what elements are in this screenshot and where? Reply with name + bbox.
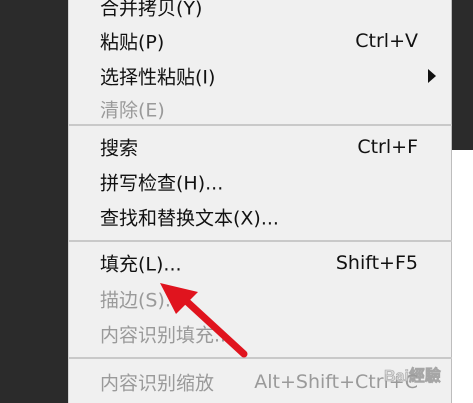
menu-item-label: 填充(L)... (100, 253, 182, 276)
menu-separator (69, 240, 452, 242)
menu-item-find-replace[interactable]: 查找和替换文本(X)... (69, 200, 452, 234)
menu-item-shortcut: Ctrl+V (355, 30, 418, 52)
menu-separator (69, 124, 452, 126)
menu-item-label: 合并拷贝(Y) (100, 0, 203, 20)
menu-item-fill[interactable]: 填充(L)... Shift+F5 (69, 246, 452, 280)
screenshot-canvas: 合并拷贝(Y) 粘贴(P) Ctrl+V 选择性粘贴(I) 清除(E) 搜索 C… (0, 0, 473, 403)
menu-item-clear[interactable]: 清除(E) (69, 92, 452, 126)
menu-item-label: 查找和替换文本(X)... (100, 207, 279, 230)
menu-item-content-aware-fill[interactable]: 内容识别填充... (69, 317, 452, 351)
edit-context-menu: 合并拷贝(Y) 粘贴(P) Ctrl+V 选择性粘贴(I) 清除(E) 搜索 C… (68, 0, 452, 403)
submenu-arrow-icon (428, 69, 436, 83)
menu-item-label: 内容识别缩放 (100, 372, 215, 395)
menu-item-paste[interactable]: 粘贴(P) Ctrl+V (69, 24, 452, 58)
menu-item-paste-special[interactable]: 选择性粘贴(I) (69, 59, 452, 93)
menu-item-stroke[interactable]: 描边(S)... (69, 282, 452, 316)
baidu-jingyan-watermark-icon: Bai經驗 (384, 366, 442, 386)
menu-item-shortcut: Shift+F5 (335, 252, 418, 274)
menu-item-label: 内容识别填充... (100, 324, 233, 347)
menu-item-label: 搜索 (100, 137, 139, 160)
menu-item-label: 清除(E) (100, 99, 165, 122)
menu-item-label: 拼写检查(H)... (100, 172, 224, 195)
watermark-text: Bai經驗 (384, 366, 441, 385)
menu-item-search[interactable]: 搜索 Ctrl+F (69, 130, 452, 164)
menu-item-spell-check[interactable]: 拼写检查(H)... (69, 165, 452, 199)
menu-item-label: 粘贴(P) (100, 31, 165, 54)
menu-item-merge-copy[interactable]: 合并拷贝(Y) (69, 0, 452, 24)
menu-item-label: 选择性粘贴(I) (100, 66, 216, 89)
menu-item-label: 描边(S)... (100, 289, 184, 312)
menu-item-shortcut: Ctrl+F (357, 136, 418, 158)
